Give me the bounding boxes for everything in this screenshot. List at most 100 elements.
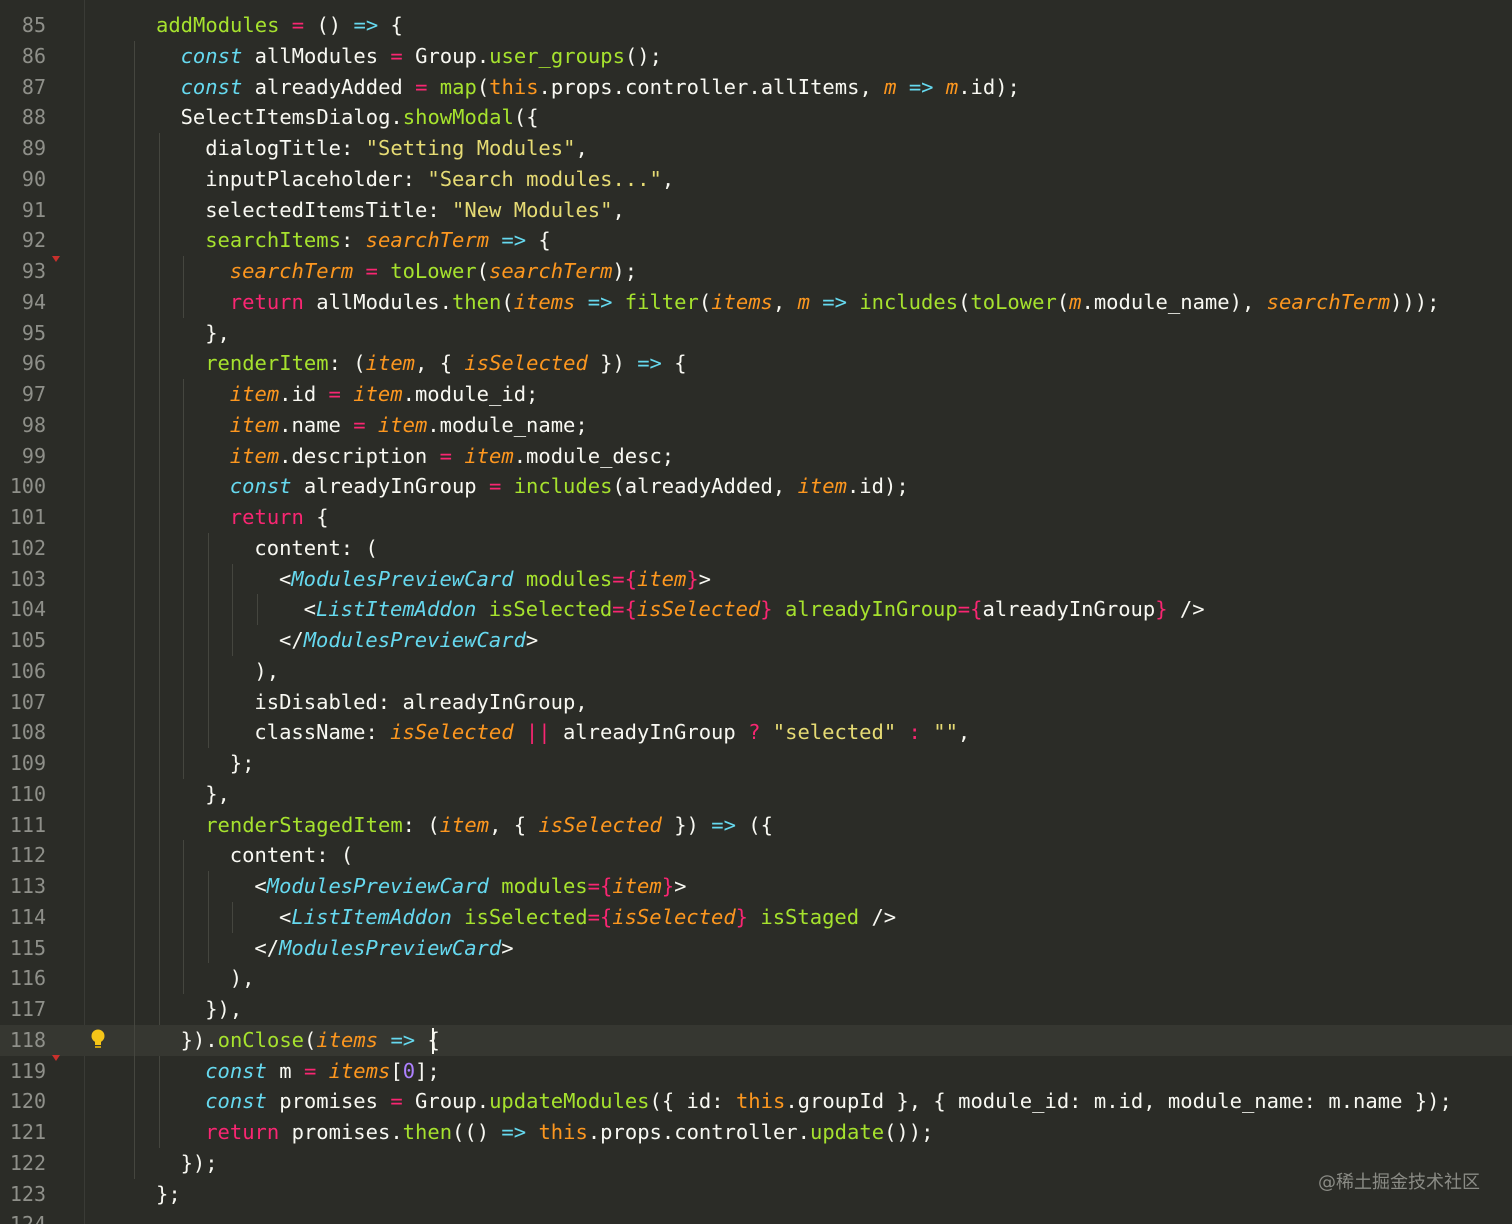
- code-line[interactable]: 105 </ModulesPreviewCard>: [0, 625, 1512, 656]
- code-token: updateModules: [489, 1089, 650, 1114]
- code-line[interactable]: 107 isDisabled: alreadyInGroup,: [0, 686, 1512, 718]
- code-line[interactable]: 119 const m = items[0];: [0, 1055, 1512, 1087]
- code-text[interactable]: </ModulesPreviewCard>: [279, 625, 538, 656]
- code-text[interactable]: item.description = item.module_desc;: [230, 441, 674, 472]
- code-line[interactable]: 93 searchTerm = toLower(searchTerm);: [0, 256, 1512, 287]
- code-token: ModulesPreviewCard: [303, 628, 526, 652]
- code-text[interactable]: const alreadyAdded = map(this.props.cont…: [181, 72, 1020, 103]
- code-line[interactable]: 99 item.description = item.module_desc;: [0, 440, 1512, 472]
- code-token: dialogTitle:: [205, 136, 366, 160]
- code-line[interactable]: 116),: [0, 963, 1512, 994]
- code-text[interactable]: </ModulesPreviewCard>: [254, 933, 513, 964]
- code-text[interactable]: searchTerm = toLower(searchTerm);: [230, 256, 637, 287]
- code-line[interactable]: 120 const promises = Group.updateModules(…: [0, 1086, 1512, 1117]
- code-text[interactable]: searchItems: searchTerm => {: [205, 225, 551, 256]
- code-line[interactable]: 96 renderItem: (item, { isSelected }) => …: [0, 348, 1512, 379]
- code-text[interactable]: return allModules.then(items => filter(i…: [230, 287, 1440, 318]
- code-text[interactable]: className: isSelected || alreadyInGroup …: [254, 717, 970, 748]
- code-line[interactable]: 97 item.id = item.module_id;: [0, 379, 1512, 410]
- code-line[interactable]: 88 SelectItemsDialog.showModal({: [0, 102, 1512, 133]
- code-text[interactable]: item.name = item.module_name;: [230, 410, 588, 441]
- code-text[interactable]: ),: [254, 656, 279, 687]
- code-line[interactable]: 123};: [0, 1179, 1512, 1210]
- code-text[interactable]: },: [205, 779, 230, 810]
- code-text[interactable]: const promises = Group.updateModules({ i…: [205, 1086, 1452, 1117]
- code-text[interactable]: addModules = () => {: [156, 10, 403, 41]
- code-line[interactable]: 104 <ListItemAddon isSelected={isSelected…: [0, 594, 1512, 625]
- code-text[interactable]: const m = items[0];: [205, 1056, 440, 1087]
- code-token: (: [698, 289, 712, 314]
- code-line[interactable]: 124: [0, 1209, 1512, 1224]
- code-token: }): [661, 812, 712, 837]
- code-text[interactable]: return promises.then(() => this.props.co…: [205, 1117, 933, 1148]
- indent-guide: [158, 163, 160, 195]
- code-text[interactable]: };: [230, 748, 255, 779]
- code-text[interactable]: selectedItemsTitle: "New Modules",: [205, 195, 625, 226]
- code-line[interactable]: 103 <ModulesPreviewCard modules={item}>: [0, 563, 1512, 595]
- code-line[interactable]: 98 item.name = item.module_name;: [0, 409, 1512, 441]
- code-line[interactable]: 100 const alreadyInGroup = includes(alrea…: [0, 471, 1512, 502]
- code-text[interactable]: }),: [205, 994, 242, 1025]
- code-line[interactable]: 112 content: (: [0, 840, 1512, 871]
- breakpoint-marker[interactable]: [52, 1055, 60, 1061]
- code-line[interactable]: 111 renderStagedItem: (item, { isSelected…: [0, 809, 1512, 841]
- indent-guide: [134, 40, 135, 72]
- code-line[interactable]: 122});: [0, 1147, 1512, 1179]
- code-text[interactable]: return {: [230, 502, 329, 533]
- code-text[interactable]: <ModulesPreviewCard modules={item}>: [254, 871, 686, 902]
- code-line[interactable]: 101 return {: [0, 502, 1512, 533]
- code-token: }: [1155, 597, 1168, 622]
- code-text[interactable]: },: [205, 318, 230, 349]
- code-text[interactable]: <ModulesPreviewCard modules={item}>: [279, 564, 711, 595]
- code-token: alreadyAdded: [242, 74, 416, 99]
- code-text[interactable]: item.id = item.module_id;: [230, 379, 539, 410]
- code-line[interactable]: 94 return allModules.then(items => filter…: [0, 286, 1512, 318]
- code-line[interactable]: 118}).onClose(items => {: [0, 1024, 1512, 1056]
- code-area[interactable]: 85 addModules = () => {86 const allModules…: [0, 0, 1512, 1224]
- code-line[interactable]: 109};: [0, 748, 1512, 779]
- code-text[interactable]: const allModules = Group.user_groups();: [181, 41, 662, 72]
- indent-guide: [158, 1117, 160, 1148]
- code-token: <: [279, 566, 292, 591]
- code-text[interactable]: dialogTitle: "Setting Modules",: [205, 133, 588, 164]
- code-line[interactable]: 115 </ModulesPreviewCard>: [0, 932, 1512, 964]
- breakpoint-marker[interactable]: [52, 256, 60, 262]
- lightbulb-icon[interactable]: [90, 1028, 106, 1052]
- code-line[interactable]: 121 return promises.then(() => this.props…: [0, 1117, 1512, 1148]
- code-line[interactable]: 87 const alreadyAdded = map(this.props.co…: [0, 71, 1512, 103]
- code-line[interactable]: 92 searchItems: searchTerm => {: [0, 225, 1512, 256]
- code-text[interactable]: content: (: [230, 840, 353, 871]
- code-line[interactable]: 113 <ModulesPreviewCard modules={item}>: [0, 871, 1512, 902]
- code-line[interactable]: 114 <ListItemAddon isSelected={isSelected…: [0, 901, 1512, 933]
- code-text[interactable]: const alreadyInGroup = includes(alreadyA…: [230, 471, 909, 502]
- code-line[interactable]: 108 className: isSelected || alreadyInGro…: [0, 717, 1512, 748]
- code-line[interactable]: 106),: [0, 655, 1512, 687]
- indent-guide: [207, 901, 209, 933]
- code-editor[interactable]: 85 addModules = () => {86 const allModules…: [0, 0, 1512, 1224]
- code-text[interactable]: ),: [230, 963, 255, 994]
- code-text[interactable]: renderItem: (item, { isSelected }) => {: [205, 348, 686, 379]
- code-line[interactable]: 102 content: (: [0, 532, 1512, 564]
- code-line[interactable]: 90 inputPlaceholder: "Search modules...",: [0, 163, 1512, 195]
- code-text[interactable]: SelectItemsDialog.showModal({: [181, 102, 539, 133]
- code-line[interactable]: 86 const allModules = Group.user_groups()…: [0, 40, 1512, 72]
- indent-guide: [134, 225, 135, 256]
- code-text[interactable]: }).onClose(items => {: [181, 1025, 440, 1056]
- code-text[interactable]: <ListItemAddon isSelected={isSelected} a…: [304, 594, 1205, 625]
- code-text[interactable]: content: (: [254, 533, 377, 564]
- indent-guide: [134, 348, 135, 379]
- code-line[interactable]: 117}),: [0, 994, 1512, 1025]
- code-text[interactable]: <ListItemAddon isSelected={isSelected} i…: [279, 902, 896, 933]
- code-line[interactable]: 89 dialogTitle: "Setting Modules",: [0, 133, 1512, 164]
- code-text[interactable]: });: [181, 1148, 218, 1179]
- code-token: />: [859, 904, 897, 929]
- code-line[interactable]: 110},: [0, 778, 1512, 810]
- code-line[interactable]: 95},: [0, 317, 1512, 349]
- code-text[interactable]: isDisabled: alreadyInGroup,: [254, 687, 587, 718]
- code-line[interactable]: 85 addModules = () => {: [0, 10, 1512, 41]
- code-text[interactable]: inputPlaceholder: "Search modules...",: [205, 164, 674, 195]
- code-text[interactable]: };: [156, 1179, 181, 1210]
- code-line[interactable]: 91 selectedItemsTitle: "New Modules",: [0, 194, 1512, 226]
- code-text[interactable]: renderStagedItem: (item, { isSelected })…: [205, 810, 773, 841]
